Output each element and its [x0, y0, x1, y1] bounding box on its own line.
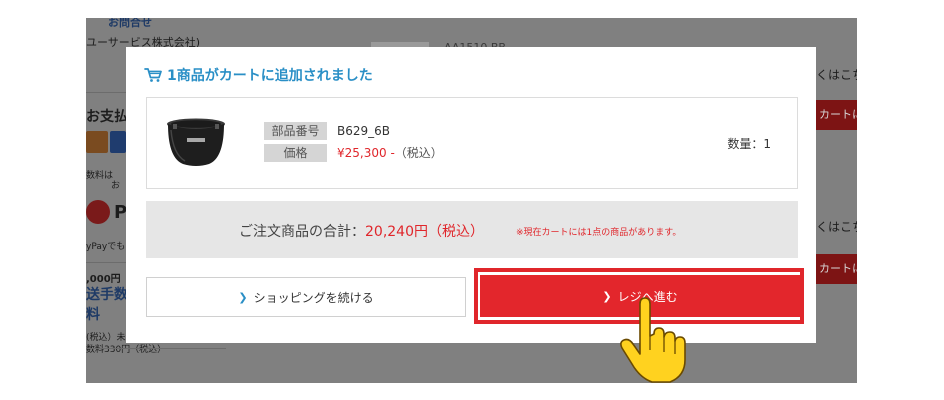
modal-title-text: 1商品がカートに追加されました: [167, 68, 373, 84]
cart-count-note: ※現在カートには1点の商品があります。: [516, 228, 682, 238]
bg-divider: [86, 348, 226, 383]
rice-cooker-pot-image: [167, 118, 225, 166]
bg-text: 数料は: [86, 171, 114, 181]
bg-text: くはこち: [816, 68, 857, 82]
cart-added-modal: 1商品がカートに追加されました 部品番号 B629_6B 価格 ¥25,300 …: [126, 47, 816, 343]
order-summary: ご注文商品の合計：20,240円（税込） ※現在カートには1点の商品があります。: [146, 201, 798, 258]
modal-title: 1商品がカートに追加されました: [144, 65, 373, 85]
pay-logo-icon: [86, 200, 110, 224]
payment-card-logos: [86, 131, 126, 157]
bg-add-to-cart-button: カートに入: [815, 100, 857, 130]
bg-text: お支払: [86, 109, 128, 125]
product-box: 部品番号 B629_6B 価格 ¥25,300 -（税込） 数量：1: [146, 97, 798, 189]
continue-shopping-label: ショッピングを続ける: [253, 290, 374, 305]
bg-text: くはこち: [816, 220, 857, 234]
bg-text: ,000円（: [86, 274, 131, 285]
bg-text: お問合せ: [108, 18, 152, 29]
hand-pointer-icon: [620, 297, 686, 383]
order-total: ご注文商品の合計：20,240円（税込）: [239, 221, 484, 241]
chevron-right-icon: ❯: [238, 290, 248, 304]
quantity-text: 数量：1: [727, 137, 771, 151]
bg-text: 料: [86, 307, 100, 323]
card-logo-icon: [86, 131, 108, 153]
price-amount: ¥25,300 -: [337, 146, 395, 160]
cart-icon: [144, 68, 162, 82]
card-logo-icon: [110, 131, 126, 153]
price-label: 価格: [264, 144, 327, 162]
part-number-label: 部品番号: [264, 122, 327, 140]
chevron-right-icon: ❯: [602, 289, 612, 303]
price-value: ¥25,300 -（税込）: [337, 144, 443, 162]
order-total-label: ご注文商品の合計：: [239, 224, 365, 240]
bg-text: お: [111, 181, 121, 191]
price-tax-note: （税込）: [394, 146, 443, 160]
continue-shopping-button[interactable]: ❯ ショッピングを続ける: [146, 277, 466, 317]
part-number-value: B629_6B: [337, 124, 391, 138]
bg-add-to-cart-button: カートに入: [815, 254, 857, 284]
bg-text: yPayでも: [86, 242, 126, 252]
order-total-amount: 20,240円（税込）: [365, 224, 484, 240]
bg-text: 送手数: [86, 287, 128, 303]
